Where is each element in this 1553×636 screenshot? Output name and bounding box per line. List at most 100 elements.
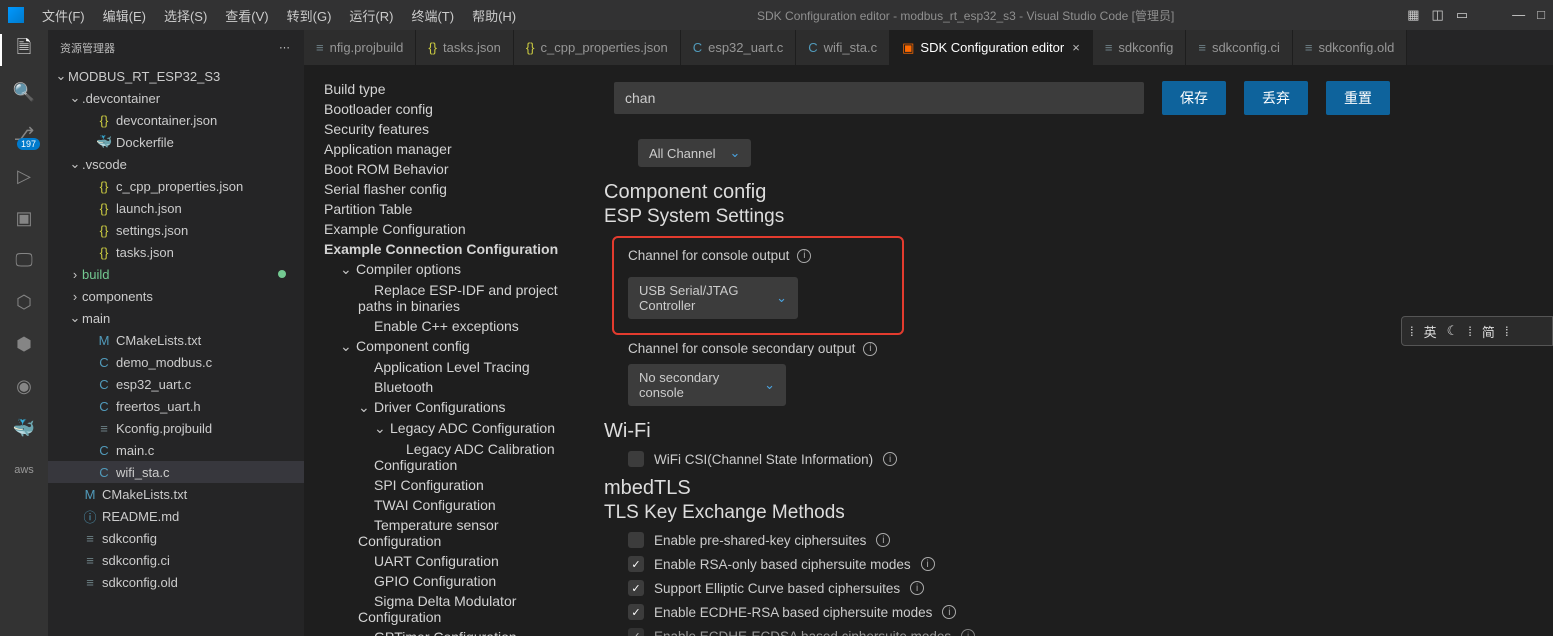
tree-item-sdkconfig-ci[interactable]: ≡sdkconfig.ci	[48, 549, 304, 571]
minimize-icon[interactable]: —	[1512, 7, 1525, 23]
tree-item-build[interactable]: ›build	[48, 263, 304, 285]
outline-security-features[interactable]: Security features	[314, 119, 584, 139]
discard-button[interactable]: 丢弃	[1244, 81, 1308, 115]
outline-enable-c---exceptions[interactable]: Enable C++ exceptions	[314, 316, 584, 336]
outline-spi-configuration[interactable]: SPI Configuration	[314, 475, 584, 495]
outline-temperature-sensor-configuration[interactable]: Temperature sensor Configuration	[314, 515, 584, 551]
menu-run[interactable]: 运行(R)	[341, 2, 401, 29]
outline-example-configuration[interactable]: Example Configuration	[314, 219, 584, 239]
ime-drag-icon[interactable]: ⁞	[1410, 324, 1414, 339]
tree-item-modbus-rt-esp32-s3[interactable]: ⌄MODBUS_RT_ESP32_S3	[48, 65, 304, 87]
run-debug-icon[interactable]: ▷	[12, 164, 36, 188]
outline-boot-rom-behavior[interactable]: Boot ROM Behavior	[314, 159, 584, 179]
tree-item-tasks-json[interactable]: {}tasks.json	[48, 241, 304, 263]
outline-partition-table[interactable]: Partition Table	[314, 199, 584, 219]
outline-bootloader-config[interactable]: Bootloader config	[314, 99, 584, 119]
layout-icon[interactable]: ▦	[1407, 7, 1419, 23]
tree-item-kconfig-projbuild[interactable]: ≡Kconfig.projbuild	[48, 417, 304, 439]
outline-bluetooth[interactable]: Bluetooth	[314, 377, 584, 397]
tree-item-dockerfile[interactable]: 🐳Dockerfile	[48, 131, 304, 153]
checkbox-wifi-csi[interactable]: WiFi CSI(Channel State Information) i	[628, 451, 1533, 467]
tree-item-main[interactable]: ⌄main	[48, 307, 304, 329]
tree-item-cmakelists-txt[interactable]: MCMakeLists.txt	[48, 329, 304, 351]
menu-file[interactable]: 文件(F)	[34, 2, 93, 29]
menu-terminal[interactable]: 终端(T)	[403, 2, 462, 29]
tree-item-sdkconfig-old[interactable]: ≡sdkconfig.old	[48, 571, 304, 593]
maximize-icon[interactable]: □	[1537, 7, 1545, 23]
tree-item-readme-md[interactable]: ⓘREADME.md	[48, 505, 304, 527]
tab-c-cpp-properties-json[interactable]: {}c_cpp_properties.json	[514, 30, 681, 65]
remote-icon[interactable]: 🖵	[12, 248, 36, 272]
extensions-icon[interactable]: ▣	[12, 206, 36, 230]
source-control-icon[interactable]: ⎇197	[12, 122, 36, 146]
tree-item-wifi-sta-c[interactable]: Cwifi_sta.c	[48, 461, 304, 483]
tree-item-main-c[interactable]: Cmain.c	[48, 439, 304, 461]
search-icon[interactable]: 🔍	[12, 80, 36, 104]
tab-sdkconfig-old[interactable]: ≡sdkconfig.old	[1293, 30, 1407, 65]
tree-item-settings-json[interactable]: {}settings.json	[48, 219, 304, 241]
tree-item-sdkconfig[interactable]: ≡sdkconfig	[48, 527, 304, 549]
menu-edit[interactable]: 编辑(E)	[95, 2, 154, 29]
info-icon[interactable]: i	[876, 533, 890, 547]
close-icon[interactable]: ×	[1072, 40, 1080, 55]
select-all-channel[interactable]: All Channel⌄	[638, 139, 751, 167]
tab-sdkconfig[interactable]: ≡sdkconfig	[1093, 30, 1187, 65]
tree-item--devcontainer[interactable]: ⌄.devcontainer	[48, 87, 304, 109]
outline-legacy-adc-calibration-configuration[interactable]: Legacy ADC Calibration Configuration	[314, 439, 584, 475]
outline-build-type[interactable]: Build type	[314, 79, 584, 99]
info-icon[interactable]: i	[910, 581, 924, 595]
tab-tasks-json[interactable]: {}tasks.json	[416, 30, 514, 65]
checkbox-ecc[interactable]: Support Elliptic Curve based ciphersuite…	[628, 580, 1533, 596]
outline-replace-esp-idf-and-project-paths-in-binaries[interactable]: Replace ESP-IDF and project paths in bin…	[314, 280, 584, 316]
info-icon[interactable]: i	[921, 557, 935, 571]
outline-uart-configuration[interactable]: UART Configuration	[314, 551, 584, 571]
tab-esp32-uart-c[interactable]: Cesp32_uart.c	[681, 30, 797, 65]
menu-goto[interactable]: 转到(G)	[279, 2, 340, 29]
info-icon[interactable]: i	[797, 249, 811, 263]
select-console-output[interactable]: USB Serial/JTAG Controller⌄	[628, 277, 798, 319]
ime-bar[interactable]: ⁞ 英 ☾ ⁞ 简 ⁞	[1401, 316, 1553, 346]
outline-sigma-delta-modulator-configuration[interactable]: Sigma Delta Modulator Configuration	[314, 591, 584, 627]
outline-gptimer-configuration[interactable]: GPTimer Configuration	[314, 627, 584, 636]
outline-example-connection-configuration[interactable]: Example Connection Configuration	[314, 239, 584, 259]
outline-application-level-tracing[interactable]: Application Level Tracing	[314, 357, 584, 377]
outline-driver-configurations[interactable]: ⌄Driver Configurations	[314, 397, 584, 418]
esp2-icon[interactable]: ⬢	[12, 332, 36, 356]
save-button[interactable]: 保存	[1162, 81, 1226, 115]
ime-mode[interactable]: 简	[1482, 322, 1495, 341]
menu-view[interactable]: 查看(V)	[217, 2, 276, 29]
tab-sdk-configuration-editor[interactable]: ▣SDK Configuration editor×	[890, 30, 1093, 65]
layout2-icon[interactable]: ◫	[1432, 7, 1444, 23]
tree-item-cmakelists-txt[interactable]: MCMakeLists.txt	[48, 483, 304, 505]
tree-item--vscode[interactable]: ⌄.vscode	[48, 153, 304, 175]
tree-item-freertos-uart-h[interactable]: Cfreertos_uart.h	[48, 395, 304, 417]
tree-item-demo-modbus-c[interactable]: Cdemo_modbus.c	[48, 351, 304, 373]
esp-icon[interactable]: ⬡	[12, 290, 36, 314]
docker-icon[interactable]: 🐳	[12, 416, 36, 440]
menu-help[interactable]: 帮助(H)	[464, 2, 524, 29]
tab-nfig-projbuild[interactable]: ≡nfig.projbuild	[304, 30, 416, 65]
info-icon[interactable]: i	[883, 452, 897, 466]
checkbox-psk[interactable]: Enable pre-shared-key ciphersuites i	[628, 532, 1533, 548]
outline-compiler-options[interactable]: ⌄Compiler options	[314, 259, 584, 280]
aws-icon[interactable]: aws	[12, 458, 36, 482]
layout3-icon[interactable]: ▭	[1456, 7, 1468, 23]
tree-item-components[interactable]: ›components	[48, 285, 304, 307]
info-icon[interactable]: i	[961, 629, 975, 636]
explorer-icon[interactable]: 🗎	[12, 38, 36, 62]
tree-item-launch-json[interactable]: {}launch.json	[48, 197, 304, 219]
ime-lang[interactable]: 英	[1424, 322, 1437, 341]
outline-legacy-adc-configuration[interactable]: ⌄Legacy ADC Configuration	[314, 418, 584, 439]
outline-serial-flasher-config[interactable]: Serial flasher config	[314, 179, 584, 199]
checkbox-ecdhe-rsa[interactable]: Enable ECDHE-RSA based ciphersuite modes…	[628, 604, 1533, 620]
esp3-icon[interactable]: ◉	[12, 374, 36, 398]
outline-twai-configuration[interactable]: TWAI Configuration	[314, 495, 584, 515]
select-console-secondary[interactable]: No secondary console⌄	[628, 364, 786, 406]
outline-component-config[interactable]: ⌄Component config	[314, 336, 584, 357]
tree-item-devcontainer-json[interactable]: {}devcontainer.json	[48, 109, 304, 131]
tree-item-c-cpp-properties-json[interactable]: {}c_cpp_properties.json	[48, 175, 304, 197]
tree-item-esp32-uart-c[interactable]: Cesp32_uart.c	[48, 373, 304, 395]
outline-gpio-configuration[interactable]: GPIO Configuration	[314, 571, 584, 591]
tab-sdkconfig-ci[interactable]: ≡sdkconfig.ci	[1186, 30, 1293, 65]
info-icon[interactable]: i	[863, 342, 877, 356]
